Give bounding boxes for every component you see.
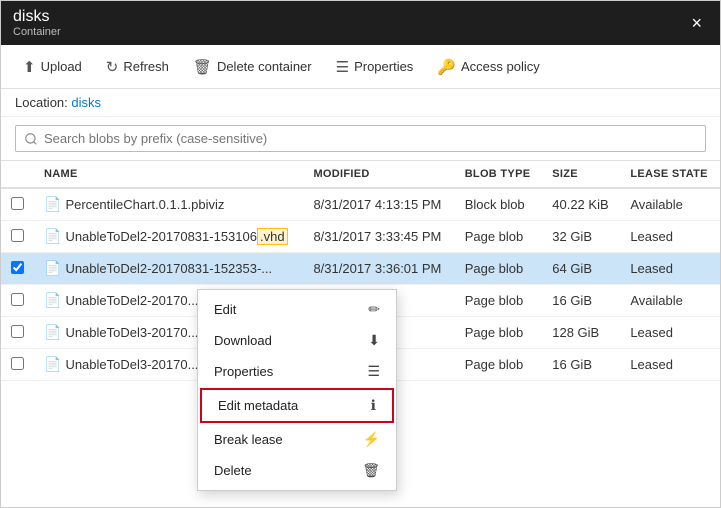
- row-size: 16 GiB: [542, 285, 620, 317]
- col-modified: MODIFIED: [303, 161, 454, 188]
- table-row[interactable]: 📄 PercentileChart.0.1.1.pbiviz 8/31/2017…: [1, 188, 720, 221]
- row-lease-state: Leased: [620, 253, 720, 285]
- col-lease-state: LEASE STATE: [620, 161, 720, 188]
- search-input[interactable]: [15, 125, 706, 152]
- context-menu-properties[interactable]: Properties ☰: [198, 356, 396, 387]
- row-lease-state: Leased: [620, 317, 720, 349]
- row-checkbox[interactable]: [11, 261, 24, 274]
- file-icon: 📄: [44, 260, 61, 277]
- row-checkbox[interactable]: [11, 197, 24, 210]
- row-name: 📄 UnableToDel2-20170831-152353-...: [34, 253, 303, 285]
- location-link[interactable]: disks: [71, 95, 101, 110]
- context-menu-download[interactable]: Download ⬇: [198, 325, 396, 356]
- properties-button[interactable]: ☰ Properties: [326, 52, 424, 82]
- download-icon: ⬇: [368, 332, 380, 349]
- context-menu: Edit ✏ Download ⬇ Properties ☰ Edit meta…: [197, 289, 397, 491]
- row-checkbox[interactable]: [11, 357, 24, 370]
- info-icon: ℹ: [371, 397, 376, 414]
- row-size: 128 GiB: [542, 317, 620, 349]
- file-icon: 📄: [44, 356, 61, 373]
- window-title: disks: [13, 8, 61, 26]
- col-checkbox: [1, 161, 34, 188]
- table-header: NAME MODIFIED BLOB TYPE SIZE LEASE STATE: [1, 161, 720, 188]
- row-lease-state: Leased: [620, 221, 720, 253]
- properties-label: Properties: [354, 59, 413, 74]
- col-size: SIZE: [542, 161, 620, 188]
- row-name: 📄 UnableToDel2-20170831-153106.vhd: [34, 221, 303, 253]
- table-row[interactable]: 📄 UnableToDel2-20170831-152353-... 8/31/…: [1, 253, 720, 285]
- row-blob-type: Page blob: [455, 349, 543, 381]
- row-blob-type: Page blob: [455, 317, 543, 349]
- properties-icon: ☰: [336, 58, 349, 76]
- col-name: NAME: [34, 161, 303, 188]
- properties-icon: ☰: [367, 363, 380, 380]
- row-checkbox-cell[interactable]: [1, 349, 34, 381]
- refresh-icon: ↻: [106, 58, 119, 76]
- file-icon: 📄: [44, 292, 61, 309]
- delete-icon: 🗑: [362, 462, 380, 479]
- row-checkbox-cell[interactable]: [1, 317, 34, 349]
- refresh-button[interactable]: ↻ Refresh: [96, 52, 179, 82]
- edit-icon: ✏: [368, 301, 380, 318]
- row-modified: 8/31/2017 3:33:45 PM: [303, 221, 454, 253]
- row-checkbox[interactable]: [11, 325, 24, 338]
- close-button[interactable]: ×: [685, 11, 708, 36]
- file-icon: 📄: [44, 228, 61, 245]
- context-break-lease-label: Break lease: [214, 432, 283, 447]
- row-checkbox-cell[interactable]: [1, 221, 34, 253]
- window-subtitle: Container: [13, 26, 61, 38]
- row-size: 16 GiB: [542, 349, 620, 381]
- search-bar: [1, 117, 720, 161]
- row-lease-state: Available: [620, 188, 720, 221]
- row-name: 📄 PercentileChart.0.1.1.pbiviz: [34, 188, 303, 221]
- context-delete-label: Delete: [214, 463, 252, 478]
- row-checkbox-cell[interactable]: [1, 285, 34, 317]
- row-checkbox-cell[interactable]: [1, 253, 34, 285]
- file-icon: 📄: [44, 324, 61, 341]
- context-properties-label: Properties: [214, 364, 273, 379]
- upload-button[interactable]: ⬆ Upload: [13, 52, 92, 82]
- row-lease-state: Leased: [620, 349, 720, 381]
- access-policy-icon: 🔑: [437, 58, 456, 76]
- file-icon: 📄: [44, 196, 61, 213]
- upload-icon: ⬆: [23, 58, 36, 76]
- delete-container-icon: 🗑: [193, 58, 212, 76]
- row-lease-state: Available: [620, 285, 720, 317]
- refresh-label: Refresh: [123, 59, 169, 74]
- break-lease-icon: ⚡: [363, 431, 380, 448]
- delete-container-button[interactable]: 🗑 Delete container: [183, 52, 322, 82]
- row-checkbox[interactable]: [11, 293, 24, 306]
- delete-container-label: Delete container: [217, 59, 312, 74]
- row-checkbox-cell[interactable]: [1, 188, 34, 221]
- toolbar: ⬆ Upload ↻ Refresh 🗑 Delete container ☰ …: [1, 45, 720, 89]
- context-edit-label: Edit: [214, 302, 236, 317]
- context-download-label: Download: [214, 333, 272, 348]
- context-menu-delete[interactable]: Delete 🗑: [198, 455, 396, 486]
- row-blob-type: Page blob: [455, 285, 543, 317]
- row-checkbox[interactable]: [11, 229, 24, 242]
- table-row[interactable]: 📄 UnableToDel2-20170831-153106.vhd 8/31/…: [1, 221, 720, 253]
- context-edit-metadata-label: Edit metadata: [218, 398, 298, 413]
- location-prefix: Location:: [15, 95, 68, 110]
- row-blob-type: Page blob: [455, 253, 543, 285]
- context-menu-edit-metadata[interactable]: Edit metadata ℹ: [200, 388, 394, 423]
- upload-label: Upload: [41, 59, 82, 74]
- row-modified: 8/31/2017 3:36:01 PM: [303, 253, 454, 285]
- row-modified: 8/31/2017 4:13:15 PM: [303, 188, 454, 221]
- row-size: 40.22 KiB: [542, 188, 620, 221]
- table-container: NAME MODIFIED BLOB TYPE SIZE LEASE STATE…: [1, 161, 720, 507]
- row-size: 32 GiB: [542, 221, 620, 253]
- main-window: disks Container × ⬆ Upload ↻ Refresh 🗑 D…: [0, 0, 721, 508]
- location-bar: Location: disks: [1, 89, 720, 117]
- access-policy-button[interactable]: 🔑 Access policy: [427, 52, 549, 82]
- context-menu-edit[interactable]: Edit ✏: [198, 294, 396, 325]
- context-menu-break-lease[interactable]: Break lease ⚡: [198, 424, 396, 455]
- row-blob-type: Block blob: [455, 188, 543, 221]
- title-bar: disks Container ×: [1, 1, 720, 45]
- row-blob-type: Page blob: [455, 221, 543, 253]
- row-size: 64 GiB: [542, 253, 620, 285]
- col-blob-type: BLOB TYPE: [455, 161, 543, 188]
- access-policy-label: Access policy: [461, 59, 540, 74]
- title-bar-info: disks Container: [13, 8, 61, 38]
